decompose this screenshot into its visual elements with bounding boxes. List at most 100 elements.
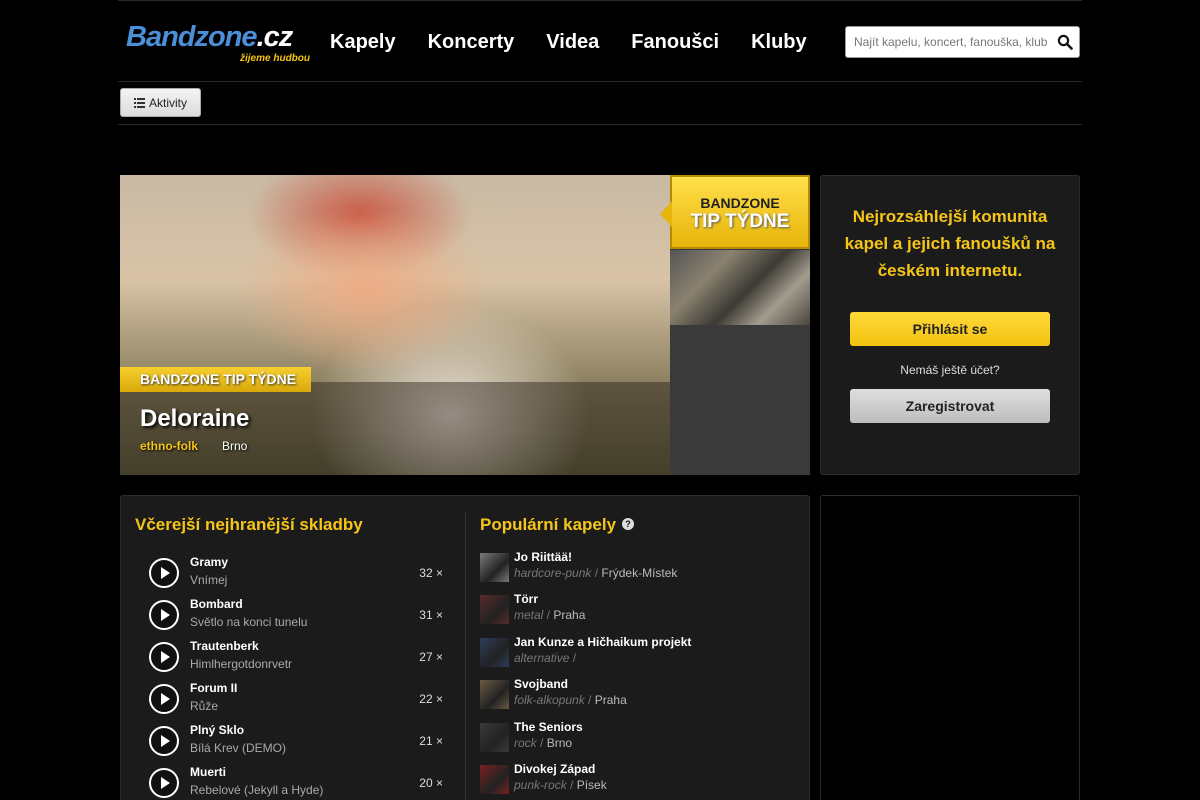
login-button[interactable]: Přihlásit se [850,312,1050,346]
popular-bands-title: Populární kapely? [480,515,635,535]
band-genre: rock [514,736,537,750]
band-genre: alternative [514,651,570,665]
band-row: Svojband folk-alkopunk / Praha [480,677,800,719]
band-genre: metal [514,608,544,622]
play-count: 22 × [419,692,443,706]
band-city: Praha [553,608,586,622]
band-name[interactable]: Svojband [514,677,568,691]
band-name[interactable]: The Seniors [514,720,583,734]
track-song[interactable]: Růže [190,699,218,713]
login-box: Nejrozsáhlejší komunita kapel a jejich f… [820,175,1080,475]
nav-kapely[interactable]: Kapely [330,29,396,55]
activities-button[interactable]: Aktivity [120,88,201,117]
play-count: 20 × [419,776,443,790]
play-count: 27 × [419,650,443,664]
sub-toolbar: Aktivity [118,82,1082,125]
help-icon[interactable]: ? [622,518,635,530]
track-row: Plný Sklo Bílá Krev (DEMO) 21 × [147,723,443,765]
list-icon [134,97,145,108]
band-meta: metal / Praha [514,608,585,622]
tip-thumbnail[interactable] [670,250,810,325]
play-icon[interactable] [149,558,179,588]
logo-tagline: žijeme hudbou [240,53,310,64]
play-icon[interactable] [149,642,179,672]
band-city: Brno [546,736,573,750]
play-icon[interactable] [149,600,179,630]
community-text: Nejrozsáhlejší komunita kapel a jejich f… [844,207,1056,280]
play-icon[interactable] [149,768,179,798]
search-box [845,26,1080,58]
side-panel [820,495,1080,800]
track-band[interactable]: Muerti [190,765,226,779]
track-song[interactable]: Bílá Krev (DEMO) [190,741,286,755]
band-separator: / [591,566,602,580]
band-thumbnail[interactable] [480,638,509,667]
band-separator: / [543,608,554,622]
featured-band-genre: ethno-folk [140,439,198,453]
track-band[interactable]: Forum II [190,681,237,695]
nav-videa[interactable]: Videa [546,29,599,55]
logo-name: Bandzone [126,21,258,53]
featured-band-banner[interactable]: BANDZONE TIP TÝDNE Deloraine ethno-folk … [120,175,670,475]
nav-kluby[interactable]: Kluby [751,29,807,55]
band-separator: / [536,736,547,750]
band-thumbnail[interactable] [480,680,509,709]
band-city: Praha [594,693,627,707]
band-thumbnail[interactable] [480,595,509,624]
site-header: Bandzone.cz žijeme hudbou Kapely Koncert… [118,0,1082,82]
track-song[interactable]: Světlo na konci tunelu [190,615,307,629]
tip-badge-line2: TIP TÝDNE [690,211,790,232]
track-song[interactable]: Himlhergotdonrvetr [190,657,292,671]
track-band[interactable]: Trautenberk [190,639,259,653]
nav-koncerty[interactable]: Koncerty [428,29,515,55]
track-band[interactable]: Gramy [190,555,228,569]
band-separator: / [584,693,595,707]
search-icon[interactable] [1057,34,1073,50]
search-input[interactable] [846,27,1051,57]
track-song[interactable]: Rebelové (Jekyll a Hyde) [190,783,323,797]
band-city: Písek [576,778,607,792]
band-thumbnail[interactable] [480,553,509,582]
band-name[interactable]: Divokej Západ [514,762,595,776]
track-band[interactable]: Plný Sklo [190,723,244,737]
track-band[interactable]: Bombard [190,597,243,611]
nav-fanousci[interactable]: Fanoušci [631,29,719,55]
band-name[interactable]: Jan Kunze a Hičhaikum projekt [514,635,691,649]
featured-band-name[interactable]: Deloraine [140,405,249,433]
main-nav: Kapely Koncerty Videa Fanoušci Kluby [330,29,839,55]
play-icon[interactable] [149,726,179,756]
logo[interactable]: Bandzone.cz žijeme hudbou [126,21,316,69]
track-row: Muerti Rebelové (Jekyll a Hyde) 20 × [147,765,443,800]
track-row: Trautenberk Himlhergotdonrvetr 27 × [147,639,443,681]
band-genre: punk-rock [514,778,567,792]
band-genre: hardcore-punk [514,566,592,580]
band-name[interactable]: Jo Riittää! [514,550,572,564]
featured-band-city: Brno [222,439,248,453]
no-account-text: Nemáš ještě účet? [900,363,1000,377]
band-row: The Seniors rock / Brno [480,720,800,762]
top-tracks-title: Včerejší nejhranější skladby [135,515,363,534]
band-row: Jo Riittää! hardcore-punk / Frýdek-Míste… [480,550,800,592]
play-count: 31 × [419,608,443,622]
charts-panel: Včerejší nejhranější skladby Gramy Vníme… [120,495,810,800]
tip-week-panel: BANDZONE TIP TÝDNE [660,175,810,475]
tip-badge-line1: BANDZONE [700,195,780,211]
band-row: Divokej Západ punk-rock / Písek [480,762,800,800]
play-icon[interactable] [149,684,179,714]
band-thumbnail[interactable] [480,765,509,794]
band-separator: / [566,778,577,792]
band-meta: hardcore-punk / Frýdek-Místek [514,566,677,580]
track-row: Bombard Světlo na konci tunelu 31 × [147,597,443,639]
track-row: Gramy Vnímej 32 × [147,555,443,597]
page: Bandzone.cz žijeme hudbou Kapely Koncert… [0,0,1200,800]
band-name[interactable]: Törr [514,592,538,606]
band-row: Törr metal / Praha [480,592,800,634]
popular-bands-label: Populární kapely [480,515,617,534]
band-city: Frýdek-Místek [601,566,678,580]
activities-label: Aktivity [149,95,188,110]
register-button[interactable]: Zaregistrovat [850,389,1050,423]
band-thumbnail[interactable] [480,723,509,752]
banner-tip-tag: BANDZONE TIP TÝDNE [120,367,311,392]
column-divider [465,512,466,800]
track-song[interactable]: Vnímej [190,573,227,587]
